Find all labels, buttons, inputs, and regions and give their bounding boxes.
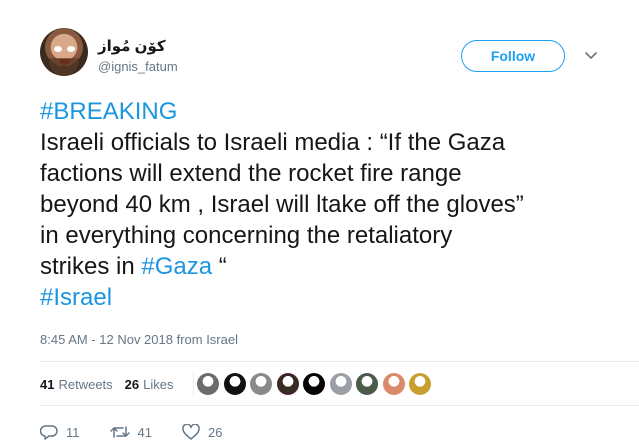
retweet-count: 41	[137, 424, 152, 440]
display-name[interactable]: كۆن مُواز	[98, 38, 178, 56]
tweet-line: strikes in #Gaza “	[40, 251, 620, 282]
liker-avatar[interactable]	[356, 373, 378, 395]
reply-action[interactable]: 11	[40, 424, 80, 440]
hashtag-israel[interactable]: #Israel	[40, 284, 112, 311]
like-action[interactable]: 26	[182, 424, 222, 440]
liker-avatar[interactable]	[382, 373, 405, 395]
retweet-action[interactable]: 41	[109, 424, 152, 440]
tweet-timestamp[interactable]: 8:45 AM - 12 Nov 2018 from Israel	[40, 332, 238, 347]
follow-button[interactable]: Follow	[461, 40, 565, 72]
liker-avatar[interactable]	[303, 373, 325, 395]
liker-avatar[interactable]	[329, 373, 352, 395]
user-handle[interactable]: @ignis_fatum	[98, 59, 178, 75]
liker-avatar[interactable]	[223, 373, 246, 395]
user-avatar[interactable]	[40, 28, 88, 76]
liker-avatar[interactable]	[409, 373, 431, 395]
chevron-down-icon[interactable]	[583, 47, 599, 63]
tweet-stats: 41 Retweets 26 Likes	[40, 373, 186, 395]
like-count: 26	[207, 424, 223, 440]
heart-icon	[182, 424, 200, 440]
retweets-count: 41	[40, 376, 55, 392]
liker-avatars	[197, 373, 436, 395]
tweet-text: #BREAKING Israeli officials to Israeli m…	[40, 96, 620, 313]
liker-avatar[interactable]	[276, 373, 299, 395]
likes-label: Likes	[143, 376, 174, 392]
tweet-line: beyond 40 km , Israel will ltake off the…	[40, 191, 524, 218]
retweet-icon	[109, 426, 130, 438]
retweets-label: Retweets	[58, 376, 113, 392]
tweet-line: Israeli officials to Israeli media : “If…	[40, 129, 506, 156]
hashtag-breaking[interactable]: #BREAKING	[40, 98, 177, 125]
divider	[40, 405, 639, 406]
liker-avatar[interactable]	[197, 373, 219, 395]
hashtag-gaza[interactable]: #Gaza	[141, 253, 212, 280]
reply-icon	[40, 425, 58, 440]
divider	[40, 361, 639, 362]
tweet-line: in everything concerning the retaliatory	[40, 222, 453, 249]
likes-count: 26	[124, 376, 140, 392]
tweet-text-fragment: strikes in	[40, 253, 142, 280]
divider	[193, 372, 194, 396]
tweet-text-fragment: “	[212, 253, 227, 280]
reply-count: 11	[66, 424, 80, 440]
tweet-line: factions will extend the rocket fire ran…	[40, 160, 462, 187]
user-names: كۆن مُواز @ignis_fatum	[98, 38, 178, 75]
tweet-actions: 11 41 26	[40, 424, 252, 440]
likes-stat[interactable]: 26 Likes	[125, 377, 174, 392]
retweets-stat[interactable]: 41 Retweets	[40, 377, 113, 392]
tweet-header: كۆن مُواز @ignis_fatum Follow	[40, 28, 639, 88]
liker-avatar[interactable]	[250, 373, 272, 395]
